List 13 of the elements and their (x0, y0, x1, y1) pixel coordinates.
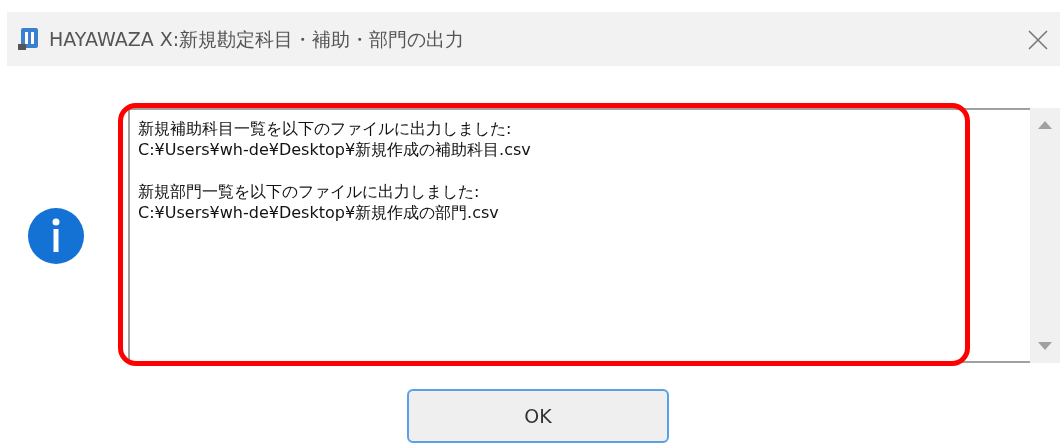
scroll-down-icon[interactable] (1037, 341, 1053, 351)
message-line: 新規補助科目一覧を以下のファイルに出力しました: (138, 118, 512, 139)
info-icon (27, 206, 85, 265)
message-line: C:¥Users¥wh-de¥Desktop¥新規作成の部門.csv (138, 202, 499, 223)
message-line: 新規部門一覧を以下のファイルに出力しました: (138, 181, 480, 202)
close-icon (1026, 27, 1050, 52)
scrollbar[interactable] (1030, 108, 1060, 363)
message-line: C:¥Users¥wh-de¥Desktop¥新規作成の補助科目.csv (138, 139, 531, 160)
app-icon (17, 27, 41, 51)
close-button[interactable] (1026, 27, 1050, 51)
scroll-up-icon[interactable] (1037, 120, 1053, 130)
ok-button[interactable]: OK (407, 389, 669, 443)
window-title: HAYAWAZA X:新規勘定科目・補助・部門の出力 (49, 26, 465, 52)
